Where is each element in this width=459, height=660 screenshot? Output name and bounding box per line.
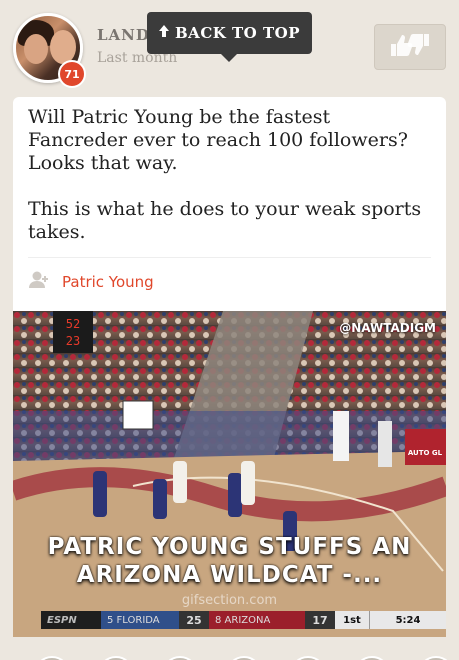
back-to-top-label: BACK TO TOP	[175, 24, 300, 42]
gif-media[interactable]: 52 23 AUTO GL @NAWTADIGM PATRIC YOUNG ST…	[13, 311, 446, 637]
thumbs-up-down-icon	[388, 32, 432, 62]
arrow-up-icon	[159, 25, 169, 41]
scoreboard: ESPN 5 FLORIDA 25 8 ARIZONA 17 1st 5:24	[41, 611, 446, 629]
scoreboard-team1-score: 25	[179, 611, 209, 629]
scoreboard-team2: 8 ARIZONA	[209, 611, 305, 629]
author-name[interactable]: LAND	[97, 26, 150, 44]
svg-text:AUTO GL: AUTO GL	[408, 449, 443, 457]
avatar[interactable]	[290, 656, 326, 660]
scoreboard-period: 1st	[335, 611, 369, 629]
avatar[interactable]	[34, 656, 70, 660]
post-header: 71 LAND Last month BACK TO TOP	[0, 0, 459, 96]
notification-badge: 71	[58, 60, 86, 88]
post-body: Will Patric Young be the fastest Fancred…	[28, 106, 428, 267]
divider	[28, 257, 431, 258]
tagged-user-row[interactable]: Patric Young	[28, 271, 154, 293]
post-paragraph: This is what he does to your weak sports…	[28, 198, 422, 243]
scoreboard-team1: 5 FLORIDA	[101, 611, 179, 629]
avatar[interactable]	[162, 656, 198, 660]
avatar-face-left	[24, 34, 48, 64]
scoreboard-network: ESPN	[47, 614, 77, 626]
avatar[interactable]	[354, 656, 390, 660]
svg-text:52: 52	[66, 317, 80, 331]
post-card: Will Patric Young be the fastest Fancred…	[13, 97, 446, 637]
media-caption: PATRIC YOUNG STUFFS AN ARIZONA WILDCAT -…	[47, 534, 412, 588]
add-user-icon	[28, 271, 50, 293]
scoreboard-clock: 5:24	[369, 611, 446, 629]
vote-button[interactable]	[374, 24, 446, 70]
scoreboard-team2-score: 17	[305, 611, 335, 629]
source-watermark: gifsection.com	[181, 593, 278, 608]
tagged-user-name[interactable]: Patric Young	[62, 273, 154, 291]
back-to-top-button[interactable]: BACK TO TOP	[147, 12, 312, 62]
handle-watermark: @NAWTADIGM	[339, 321, 436, 335]
avatar[interactable]	[226, 656, 262, 660]
svg-text:23: 23	[66, 334, 80, 348]
post-paragraph: Will Patric Young be the fastest Fancred…	[28, 106, 408, 174]
avatar-face-right	[50, 30, 76, 64]
avatar[interactable]	[98, 656, 134, 660]
reactor-avatars-row	[0, 650, 459, 660]
avatar[interactable]	[418, 656, 454, 660]
